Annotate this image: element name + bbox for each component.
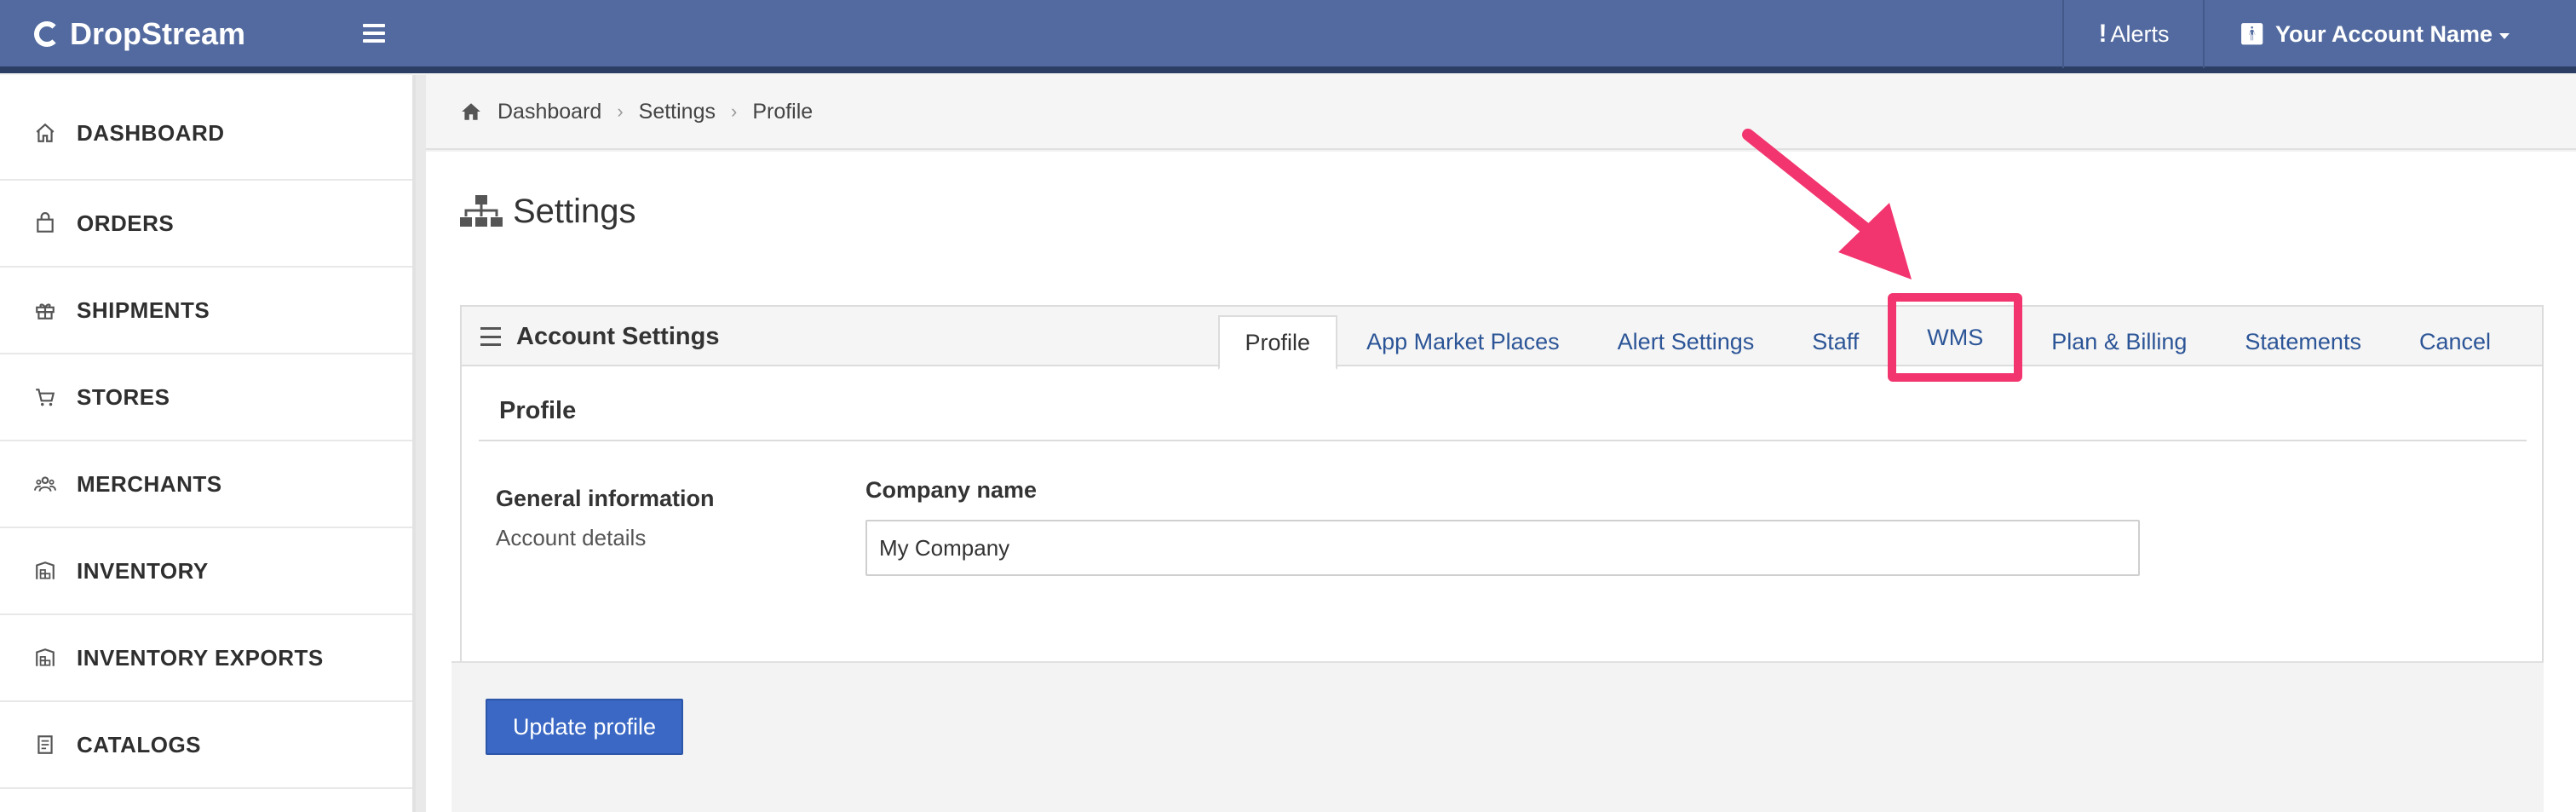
tab-staff[interactable]: Staff (1783, 315, 1888, 368)
tab-plan-billing[interactable]: Plan & Billing (2022, 315, 2216, 368)
page-title: Settings (460, 193, 636, 231)
sidebar-item-dashboard[interactable]: DASHBOARD (0, 75, 412, 181)
sidebar-item-label: SHIPMENTS (77, 297, 210, 323)
alert-icon: ! (2098, 20, 2107, 48)
gift-icon (34, 299, 56, 321)
panel-header: Account Settings Profile App Market Plac… (462, 293, 2542, 382)
user-icon: 🚹︎ (2239, 22, 2265, 46)
form-footer: Update profile (451, 661, 2544, 812)
company-name-label: Company name (865, 477, 1038, 503)
users-icon (34, 473, 56, 495)
brand[interactable]: DropStream (34, 0, 245, 68)
company-name-field[interactable] (865, 520, 2140, 576)
brand-name: DropStream (70, 16, 246, 51)
sidebar-item-label: DASHBOARD (77, 119, 225, 146)
sidebar-item-label: ORDERS (77, 210, 175, 236)
page-title-text: Settings (513, 193, 636, 230)
sidebar-item-catalogs[interactable]: CATALOGS (0, 702, 412, 789)
home-icon (34, 122, 56, 144)
warehouse-icon (34, 560, 56, 582)
sidebar-item-merchants[interactable]: MERCHANTS (0, 441, 412, 528)
tab-cancel[interactable]: Cancel (2390, 315, 2520, 368)
chevron-down-icon (2499, 32, 2510, 39)
update-profile-button[interactable]: Update profile (486, 699, 683, 755)
sidebar-item-label: MERCHANTS (77, 470, 222, 497)
sidebar-scrollbar[interactable] (416, 75, 426, 812)
sidebar: DASHBOARD ORDERS SHIPMENTS STORES MERCHA… (0, 75, 416, 812)
sidebar-item-shipments[interactable]: SHIPMENTS (0, 268, 412, 354)
general-information-label: General information (496, 486, 715, 511)
settings-tabs: Profile App Market Places Alert Settings… (1217, 293, 2520, 382)
tab-app-market-places[interactable]: App Market Places (1337, 315, 1589, 368)
section-title: Profile (479, 382, 2527, 441)
sidebar-item-inventory-exports[interactable]: INVENTORY EXPORTS (0, 615, 412, 702)
breadcrumb-dashboard[interactable]: Dashboard (497, 100, 601, 124)
tab-alert-settings[interactable]: Alert Settings (1589, 315, 1784, 368)
breadcrumb-settings[interactable]: Settings (639, 100, 716, 124)
sidebar-item-inventory[interactable]: INVENTORY (0, 528, 412, 615)
panel-title: Account Settings (480, 307, 719, 366)
cart-icon (34, 386, 56, 408)
sidebar-item-label: INVENTORY (77, 557, 209, 584)
breadcrumb: Dashboard › Settings › Profile (426, 75, 2576, 150)
sidebar-item-label: STORES (77, 383, 170, 410)
main-content: Settings Account Settings Profile App Ma… (426, 152, 2576, 812)
chevron-right-icon: › (730, 101, 738, 122)
home-icon[interactable] (460, 101, 482, 123)
sidebar-item-label: CATALOGS (77, 731, 202, 757)
sitemap-icon (460, 194, 503, 227)
top-navbar: DropStream ! Alerts 🚹︎ Your Account Name (0, 0, 2576, 73)
warehouse-icon (34, 647, 56, 669)
tab-wms[interactable]: WMS (1888, 293, 2023, 382)
tab-profile[interactable]: Profile (1217, 315, 1338, 370)
account-details-label: Account details (496, 525, 647, 550)
navbar-right: ! Alerts 🚹︎ Your Account Name (2062, 0, 2576, 68)
panel-title-text: Account Settings (516, 322, 720, 350)
list-icon (480, 327, 501, 346)
breadcrumb-profile: Profile (752, 99, 814, 124)
sidebar-item-stores[interactable]: STORES (0, 354, 412, 441)
chevron-right-icon: › (617, 101, 624, 122)
account-name: Your Account Name (2274, 20, 2493, 47)
alerts-label: Alerts (2110, 20, 2170, 47)
sidebar-item-label: INVENTORY EXPORTS (77, 644, 324, 671)
bag-icon (34, 212, 56, 234)
sidebar-item-orders[interactable]: ORDERS (0, 181, 412, 268)
menu-toggle-icon[interactable] (363, 22, 385, 44)
account-menu[interactable]: 🚹︎ Your Account Name (2203, 0, 2576, 68)
logo-icon (34, 21, 60, 47)
tab-statements[interactable]: Statements (2216, 315, 2390, 368)
alerts-link[interactable]: ! Alerts (2062, 0, 2203, 68)
book-icon (34, 734, 56, 756)
